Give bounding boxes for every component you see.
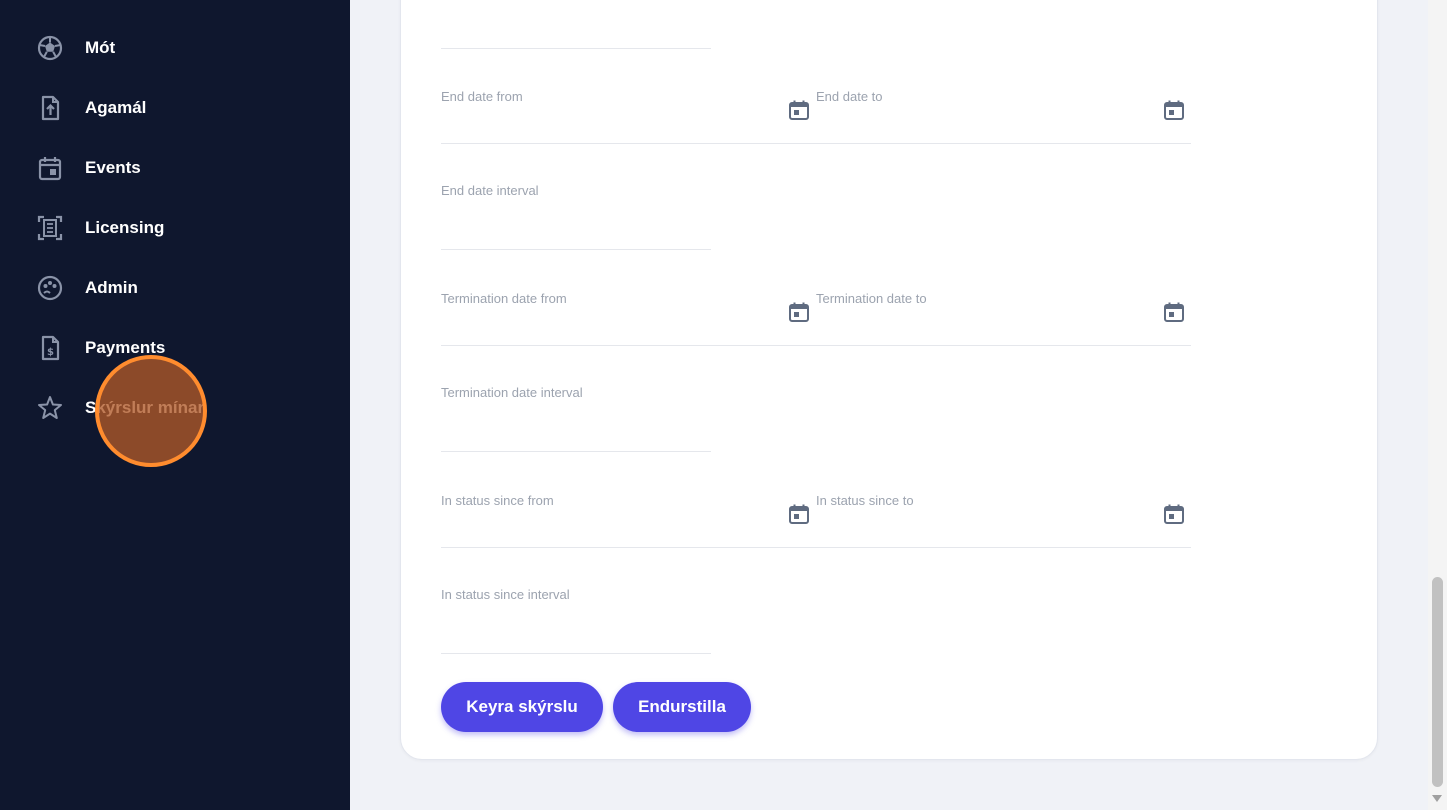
sidebar-item-label: Licensing — [85, 218, 165, 237]
field-label: End date interval — [441, 183, 539, 198]
calendar-icon[interactable] — [1163, 99, 1185, 121]
sidebar-item-payments[interactable]: $ Payments — [36, 328, 326, 368]
field-label: Termination date to — [816, 291, 927, 306]
scroll-down-arrow-icon[interactable] — [1432, 795, 1442, 802]
end-date-from-field[interactable]: End date from — [441, 89, 816, 144]
report-filter-card: End date from End date to End date inter… — [400, 0, 1378, 760]
field-label: End date to — [816, 89, 883, 104]
sidebar-item-admin[interactable]: Admin — [36, 268, 326, 308]
reset-button[interactable]: Endurstilla — [613, 682, 751, 732]
end-date-interval-field[interactable]: End date interval — [441, 183, 711, 250]
sidebar-item-label: Agamál — [85, 98, 147, 117]
field-label: In status since from — [441, 493, 554, 508]
file-upload-icon — [36, 94, 64, 122]
field-label: End date from — [441, 89, 523, 104]
scrollbar-thumb[interactable] — [1432, 577, 1443, 787]
termination-date-from-field[interactable]: Termination date from — [441, 291, 816, 346]
sidebar-item-agamal[interactable]: Agamál — [36, 88, 326, 128]
sidebar-item-events[interactable]: Events — [36, 148, 326, 188]
in-status-since-interval-field[interactable]: In status since interval — [441, 587, 711, 654]
calendar-icon[interactable] — [1163, 503, 1185, 525]
sidebar-item-label: Events — [85, 158, 141, 177]
end-date-to-field[interactable]: End date to — [816, 89, 1191, 144]
calendar-icon[interactable] — [788, 301, 810, 323]
main-content: End date from End date to End date inter… — [350, 0, 1428, 810]
invoice-dollar-icon: $ — [36, 334, 64, 362]
calendar-icon[interactable] — [788, 99, 810, 121]
star-icon — [36, 394, 64, 422]
sidebar-item-licensing[interactable]: Licensing — [36, 208, 326, 248]
calendar-icon[interactable] — [788, 503, 810, 525]
sidebar-item-label: Mót — [85, 38, 116, 57]
in-status-since-from-field[interactable]: In status since from — [441, 493, 816, 548]
calendar-icon[interactable] — [1163, 301, 1185, 323]
soccer-ball-icon — [36, 34, 64, 62]
calendar-event-icon — [36, 154, 64, 182]
vertical-scrollbar[interactable] — [1428, 0, 1447, 810]
palette-icon — [36, 274, 64, 302]
svg-text:$: $ — [47, 347, 54, 358]
sidebar: Mót Agamál Events Licensing Admin $ Paym… — [0, 0, 350, 810]
field-label: In status since to — [816, 493, 914, 508]
field-label: Termination date interval — [441, 385, 583, 400]
sidebar-item-label: Skýrslur mínar — [85, 398, 205, 417]
field-label: Termination date from — [441, 291, 567, 306]
sidebar-item-mot[interactable]: Mót — [36, 28, 326, 68]
termination-date-to-field[interactable]: Termination date to — [816, 291, 1191, 346]
license-document-icon — [36, 214, 64, 242]
sidebar-item-skyrslur-minar[interactable]: Skýrslur mínar — [36, 388, 326, 428]
run-report-button[interactable]: Keyra skýrslu — [441, 682, 603, 732]
sidebar-item-label: Payments — [85, 338, 166, 357]
in-status-since-to-field[interactable]: In status since to — [816, 493, 1191, 548]
sidebar-item-label: Admin — [85, 278, 138, 297]
field-label: In status since interval — [441, 587, 570, 602]
termination-date-interval-field[interactable]: Termination date interval — [441, 385, 711, 452]
previous-field[interactable] — [441, 1, 711, 49]
